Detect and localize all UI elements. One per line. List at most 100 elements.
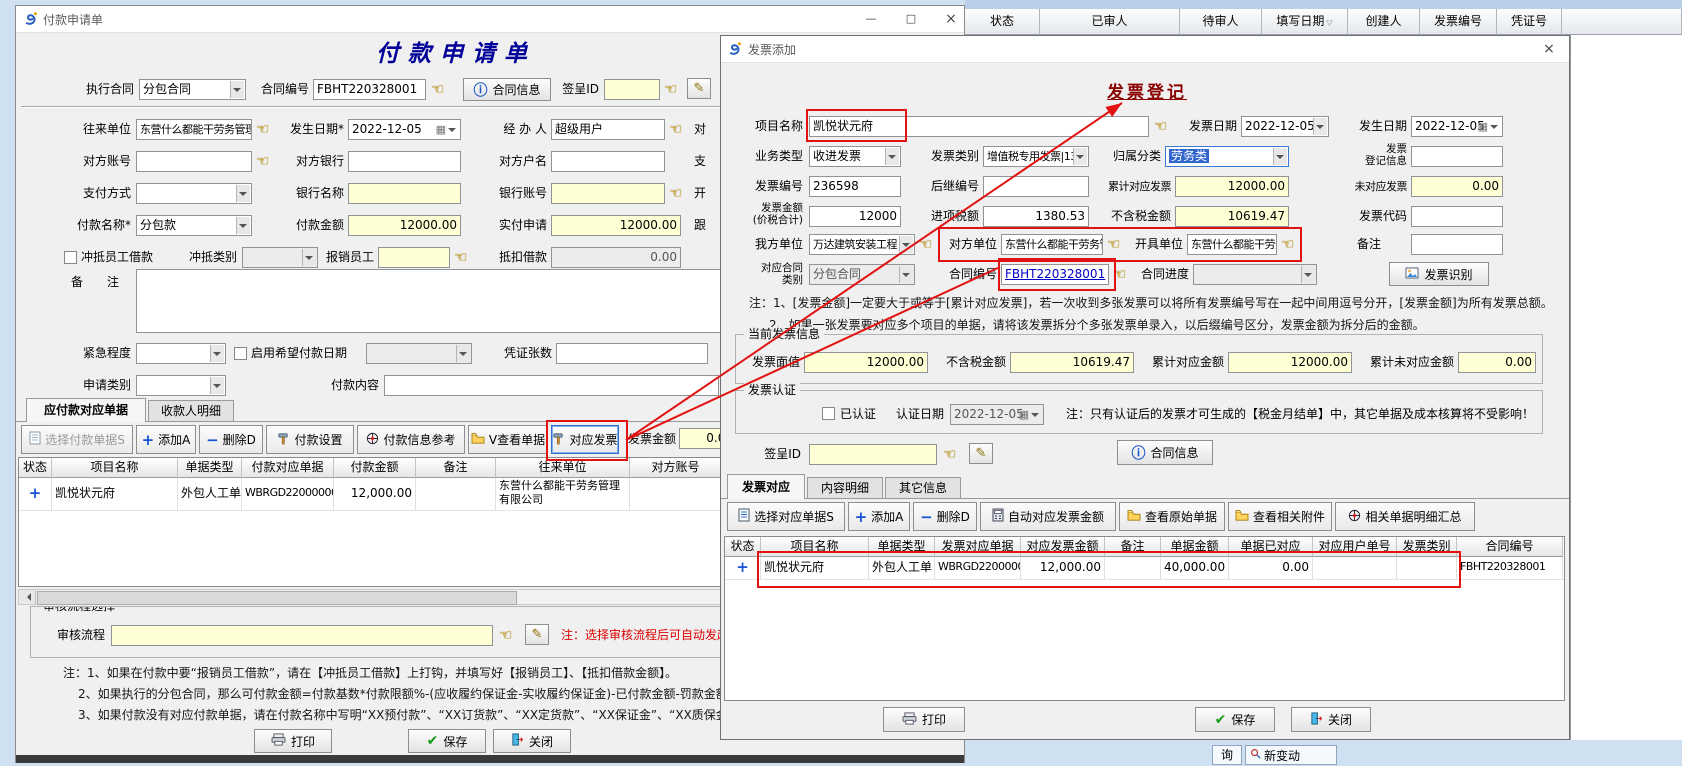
list-col-creator[interactable]: 创建人 <box>1348 9 1420 35</box>
col-project[interactable]: 项目名称 <box>761 537 869 557</box>
col-match-doc[interactable]: 发票对应单据 <box>935 537 1021 557</box>
hand-picker-icon[interactable]: ☜ <box>1154 116 1172 137</box>
col-pay-amount[interactable]: 付款金额 <box>334 458 416 478</box>
h-scrollbar[interactable] <box>18 589 723 605</box>
col-project[interactable]: 项目名称 <box>52 458 178 478</box>
delete-button[interactable]: − 删除D <box>913 502 977 531</box>
delete-button[interactable]: − 删除D <box>199 425 263 454</box>
our-unit-select[interactable]: 万达建筑安装工程 <box>809 234 915 255</box>
payment-setup-button[interactable]: 付款设置 <box>266 425 354 454</box>
remark-field[interactable] <box>1411 234 1503 255</box>
col-doc-amount[interactable]: 单据金额 <box>1161 537 1229 557</box>
list-col-pending-by[interactable]: 待审人 <box>1180 9 1262 35</box>
maximize-icon[interactable]: □ <box>901 11 921 28</box>
view-doc-button[interactable]: V查看单据 <box>468 425 548 454</box>
col-status[interactable]: 状态 <box>725 537 761 557</box>
invoice-amount-field[interactable]: 12000 <box>809 206 901 227</box>
col-user-doc[interactable]: 对应用户单号 <box>1313 537 1397 557</box>
hand-picker-icon[interactable]: ☜ <box>669 183 687 204</box>
col-remark[interactable]: 备注 <box>416 458 496 478</box>
invoice-ocr-button[interactable]: 发票识别 <box>1389 262 1489 286</box>
col-doc-matched[interactable]: 单据已对应 <box>1229 537 1313 557</box>
biz-type-select[interactable]: 收进发票 <box>809 146 901 167</box>
pay-method-select[interactable] <box>136 183 252 204</box>
issue-unit-field[interactable]: 东营什么都能干劳务管 <box>1187 234 1277 255</box>
related-summary-button[interactable]: 相关单据明细汇总 <box>1335 502 1475 531</box>
minimize-icon[interactable]: — <box>861 11 881 28</box>
add-button[interactable]: + 添加A <box>848 502 910 531</box>
save-button[interactable]: ✔ 保存 <box>408 729 486 753</box>
add-button[interactable]: + 添加A <box>136 425 196 454</box>
offset-loan-checkbox[interactable] <box>64 251 77 264</box>
save-button[interactable]: ✔ 保存 <box>1195 707 1275 732</box>
hand-picker-icon[interactable]: ☜ <box>1113 264 1131 285</box>
counterpart-field[interactable]: 东营什么都能干劳务管理 <box>136 119 252 140</box>
hand-picker-icon[interactable]: ☜ <box>256 119 274 140</box>
invoice-grid-row[interactable]: + 凯悦状元府 外包人工单 WBRGD220000009 12,000.00 4… <box>725 557 1564 580</box>
sign-id-field[interactable] <box>809 444 937 465</box>
contract-info-button[interactable]: ⓘ 合同信息 <box>463 78 551 101</box>
col-other-account[interactable]: 对方账号 <box>630 458 722 478</box>
contract-no-field[interactable]: FBHT220328001 <box>313 79 426 100</box>
match-invoice-button[interactable]: 对应发票 <box>551 425 619 454</box>
row-expand-toggle[interactable]: + <box>19 478 52 510</box>
hand-picker-icon[interactable]: ☜ <box>256 151 274 172</box>
list-col-voucher-no[interactable]: 凭证号 <box>1497 9 1562 35</box>
close-icon[interactable]: × <box>1539 41 1559 58</box>
bottom-tab-query[interactable]: 询 <box>1212 745 1242 765</box>
reimburse-staff-field[interactable] <box>378 247 450 268</box>
view-original-button[interactable]: 查看原始单据 <box>1119 502 1225 531</box>
other-unit-field[interactable]: 东营什么都能干劳务管理 <box>1001 234 1103 255</box>
pencil-edit-button[interactable]: ✎ <box>969 443 993 464</box>
list-col-status[interactable]: 状态 <box>965 9 1040 35</box>
print-button[interactable]: 打印 <box>254 729 332 753</box>
exec-contract-select[interactable]: 分包合同 <box>139 79 246 100</box>
request-type-select[interactable] <box>136 375 226 396</box>
pay-amount-field[interactable]: 12000.00 <box>348 215 461 236</box>
auto-match-button[interactable]: 自动对应发票金额 <box>980 502 1116 531</box>
other-bank-field[interactable] <box>348 151 461 172</box>
invoice-date-select[interactable]: 2022-12-05 <box>1241 116 1329 137</box>
scroll-thumb[interactable] <box>37 591 517 605</box>
close-button[interactable]: 关闭 <box>493 729 571 753</box>
col-match-doc[interactable]: 付款对应单据 <box>242 458 334 478</box>
col-remark[interactable]: 备注 <box>1105 537 1161 557</box>
list-col-fill-date[interactable]: 填写日期▽ <box>1262 9 1348 35</box>
invoice-no-field[interactable]: 236598 <box>809 176 901 197</box>
suffix-no-field[interactable] <box>983 176 1089 197</box>
payment-info-ref-button[interactable]: 付款信息参考 <box>357 425 465 454</box>
hand-picker-icon[interactable]: ☜ <box>943 444 961 465</box>
contract-info-button[interactable]: ⓘ 合同信息 <box>1117 440 1213 465</box>
col-match-amount[interactable]: 对应发票金额 <box>1021 537 1105 557</box>
scroll-left-button[interactable] <box>19 590 36 604</box>
other-account-field[interactable] <box>136 151 252 172</box>
col-doc-type[interactable]: 单据类型 <box>178 458 242 478</box>
contract-no-link[interactable]: FBHT220328001 <box>1005 267 1105 281</box>
col-invoice-type[interactable]: 发票类别 <box>1397 537 1457 557</box>
col-doc-type[interactable]: 单据类型 <box>869 537 935 557</box>
hand-picker-icon[interactable]: ☜ <box>431 79 449 100</box>
occur-date-field[interactable]: 2022-12-05 <box>1411 116 1503 137</box>
hand-picker-icon[interactable]: ☜ <box>454 247 472 268</box>
other-name-field[interactable] <box>551 151 665 172</box>
tab-other-info[interactable]: 其它信息 <box>885 477 961 499</box>
reg-info-field[interactable] <box>1411 146 1503 167</box>
bank-account-field[interactable] <box>551 183 665 204</box>
project-name-field[interactable]: 凯悦状元府 <box>809 116 1149 137</box>
view-attachment-button[interactable]: 查看相关附件 <box>1228 502 1332 531</box>
bottom-tab-new-change[interactable]: 新变动 <box>1245 745 1337 765</box>
close-icon[interactable]: × <box>941 11 961 28</box>
hand-picker-icon[interactable]: ☜ <box>499 625 517 646</box>
pay-content-field[interactable] <box>384 375 719 396</box>
list-col-approved-by[interactable]: 已审人 <box>1040 9 1180 35</box>
actual-request-field[interactable]: 12000.00 <box>551 215 681 236</box>
select-payment-doc-button[interactable]: 选择付款单据S <box>21 425 133 454</box>
select-match-doc-button[interactable]: 选择对应单据S <box>727 502 845 531</box>
pencil-edit-button[interactable]: ✎ <box>687 78 711 99</box>
bank-name-field[interactable] <box>348 183 461 204</box>
tab-payable-docs[interactable]: 应付款对应单据 <box>26 398 146 422</box>
category-select[interactable]: 劳务类 <box>1165 146 1289 167</box>
hope-date-checkbox[interactable] <box>234 347 247 360</box>
hand-picker-icon[interactable]: ☜ <box>1107 234 1125 255</box>
input-tax-field[interactable]: 1380.53 <box>983 206 1089 227</box>
